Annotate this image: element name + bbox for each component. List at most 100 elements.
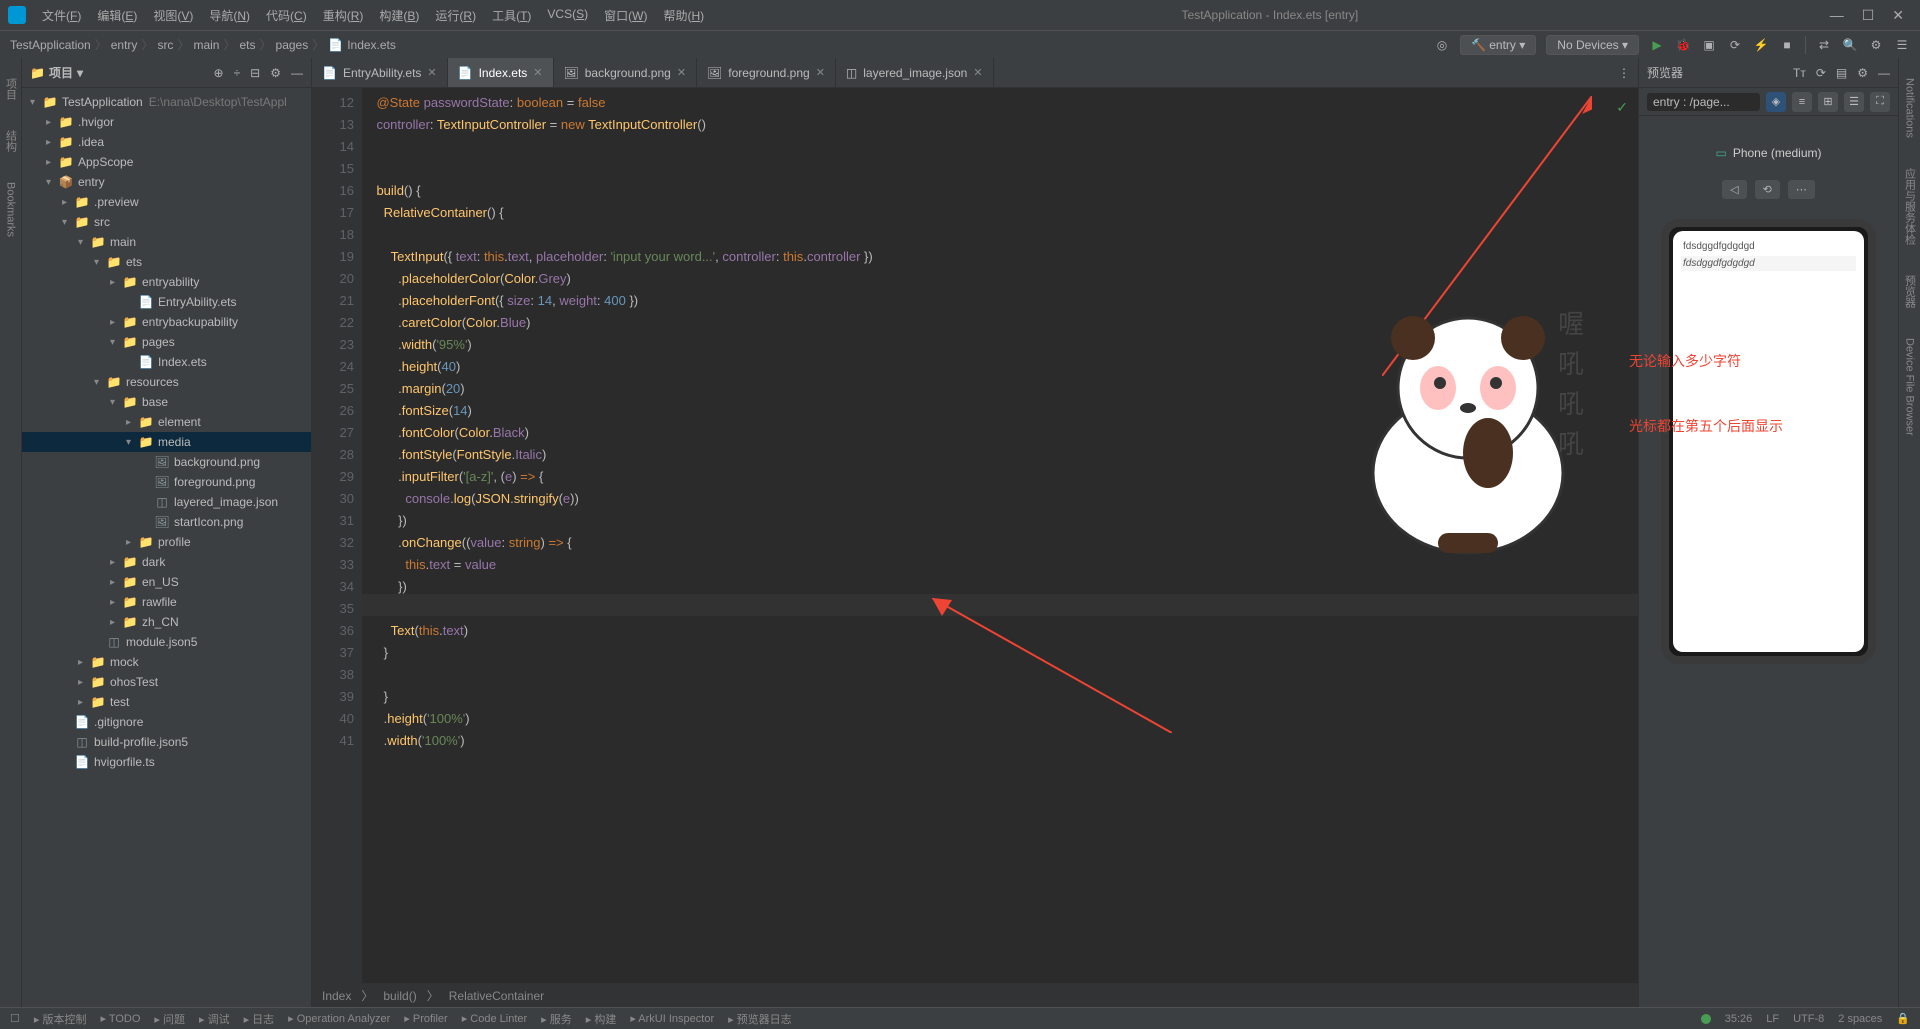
code-breadcrumb-item[interactable]: RelativeContainer <box>449 989 544 1003</box>
line-number[interactable]: 17 <box>312 202 354 224</box>
tree-item-test[interactable]: ▸📁test <box>22 692 311 712</box>
status-版本控制[interactable]: ▸ 版本控制 <box>34 1011 87 1027</box>
target-icon[interactable]: ◎ <box>1434 37 1450 53</box>
tree-arrow[interactable]: ▸ <box>110 617 122 628</box>
tree-item-element[interactable]: ▸📁element <box>22 412 311 432</box>
tree-arrow[interactable]: ▾ <box>110 337 122 348</box>
tree-item-Index.ets[interactable]: 📄Index.ets <box>22 352 311 372</box>
tree-arrow[interactable]: ▸ <box>110 577 122 588</box>
line-number[interactable]: 37 <box>312 642 354 664</box>
menu-VCS[interactable]: VCS(S) <box>541 5 594 26</box>
prev-icon[interactable]: ◁ <box>1722 180 1746 199</box>
code-breadcrumb-item[interactable]: build() <box>383 989 416 1003</box>
tree-arrow[interactable]: ▸ <box>110 277 122 288</box>
tool-项目[interactable]: 项目 <box>3 78 19 100</box>
select-opened-icon[interactable]: ⊕ <box>214 66 224 80</box>
hide-icon[interactable]: — <box>1878 66 1890 80</box>
tree-arrow[interactable]: ▾ <box>46 177 58 188</box>
tabs-more-icon[interactable]: ⋮ <box>1610 66 1638 80</box>
expand-icon[interactable]: ÷ <box>234 66 241 80</box>
toggle-tool-windows-icon[interactable]: ☐ <box>10 1012 20 1025</box>
line-number[interactable]: 20 <box>312 268 354 290</box>
status-服务[interactable]: ▸ 服务 <box>541 1011 572 1027</box>
tree-item-.preview[interactable]: ▸📁.preview <box>22 192 311 212</box>
breadcrumb-item[interactable]: ets <box>239 38 255 52</box>
tree-item-mock[interactable]: ▸📁mock <box>22 652 311 672</box>
menu-构建[interactable]: 构建(B) <box>373 5 425 26</box>
more-icon[interactable]: ⋯ <box>1788 180 1815 199</box>
tree-arrow[interactable]: ▸ <box>62 197 74 208</box>
tree-arrow[interactable]: ▸ <box>78 677 90 688</box>
phone-input[interactable]: fdsdggdfgdgdgd <box>1681 256 1856 271</box>
tree-arrow[interactable]: ▸ <box>46 117 58 128</box>
tree-item-AppScope[interactable]: ▸📁AppScope <box>22 152 311 172</box>
status-构建[interactable]: ▸ 构建 <box>586 1011 617 1027</box>
tree-item-ets[interactable]: ▾📁ets <box>22 252 311 272</box>
settings-icon[interactable]: ⚙ <box>1857 66 1868 80</box>
tree-arrow[interactable]: ▸ <box>110 317 122 328</box>
tab-EntryAbility.ets[interactable]: 📄EntryAbility.ets✕ <box>312 58 448 87</box>
tree-arrow[interactable]: ▾ <box>78 237 90 248</box>
line-number[interactable]: 12 <box>312 92 354 114</box>
breadcrumb-item[interactable]: pages <box>276 38 309 52</box>
tool-预览器[interactable]: 预览器 <box>1902 275 1918 308</box>
tool-结构[interactable]: 结构 <box>3 130 19 152</box>
line-number[interactable]: 25 <box>312 378 354 400</box>
menu-编辑[interactable]: 编辑(E) <box>91 5 143 26</box>
coverage-icon[interactable]: ▣ <box>1701 37 1717 53</box>
tree-item-media[interactable]: ▾📁media <box>22 432 311 452</box>
tree-item-EntryAbility.ets[interactable]: 📄EntryAbility.ets <box>22 292 311 312</box>
tree-arrow[interactable]: ▸ <box>110 557 122 568</box>
preview-stack-icon[interactable]: ≡ <box>1792 92 1812 112</box>
menu-导航[interactable]: 导航(N) <box>203 5 256 26</box>
preview-crop-icon[interactable]: ⛶ <box>1870 92 1890 112</box>
status-2 spaces[interactable]: 2 spaces <box>1838 1013 1882 1025</box>
module-selector[interactable]: 🔨 entry ▾ <box>1460 35 1536 55</box>
tree-item-background.png[interactable]: 🖼background.png <box>22 452 311 472</box>
menu-帮助[interactable]: 帮助(H) <box>657 5 710 26</box>
menu-工具[interactable]: 工具(T) <box>486 5 537 26</box>
line-number[interactable]: 32 <box>312 532 354 554</box>
tree-item-foreground.png[interactable]: 🖼foreground.png <box>22 472 311 492</box>
line-number[interactable]: 23 <box>312 334 354 356</box>
tree-item-pages[interactable]: ▾📁pages <box>22 332 311 352</box>
tab-foreground.png[interactable]: 🖼foreground.png✕ <box>697 58 836 87</box>
avatar-icon[interactable]: ☰ <box>1894 37 1910 53</box>
search-icon[interactable]: 🔍 <box>1842 37 1858 53</box>
tab-layered_image.json[interactable]: ◫layered_image.json✕ <box>836 58 994 87</box>
tree-item-resources[interactable]: ▾📁resources <box>22 372 311 392</box>
tree-item-TestApplication[interactable]: ▾📁TestApplicationE:\nana\Desktop\TestApp… <box>22 92 311 112</box>
line-number[interactable]: 39 <box>312 686 354 708</box>
tool-Notifications[interactable]: Notifications <box>1904 78 1916 138</box>
tree-item-base[interactable]: ▾📁base <box>22 392 311 412</box>
menu-重构[interactable]: 重构(R) <box>317 5 370 26</box>
tree-item-module.json5[interactable]: ◫module.json5 <box>22 632 311 652</box>
settings-icon[interactable]: ⚙ <box>270 66 281 80</box>
refresh-icon[interactable]: ⟳ <box>1816 66 1826 80</box>
breadcrumb-item[interactable]: entry <box>111 38 138 52</box>
tree-arrow[interactable]: ▾ <box>62 217 74 228</box>
close-icon[interactable]: ✕ <box>1892 7 1904 24</box>
tree-item-.gitignore[interactable]: 📄.gitignore <box>22 712 311 732</box>
menu-视图[interactable]: 视图(V) <box>147 5 199 26</box>
tree-item-entry[interactable]: ▾📦entry <box>22 172 311 192</box>
line-number[interactable]: 40 <box>312 708 354 730</box>
line-number[interactable]: 30 <box>312 488 354 510</box>
tree-arrow[interactable]: ▸ <box>46 157 58 168</box>
close-icon[interactable]: ✕ <box>816 66 825 79</box>
tree-item-profile[interactable]: ▸📁profile <box>22 532 311 552</box>
settings-icon[interactable]: ⚙ <box>1868 37 1884 53</box>
tree-item-.idea[interactable]: ▸📁.idea <box>22 132 311 152</box>
status-Code Linter[interactable]: ▸ Code Linter <box>462 1012 527 1025</box>
breadcrumb-item[interactable]: main <box>193 38 219 52</box>
breadcrumb-item[interactable]: Index.ets <box>347 38 396 52</box>
close-icon[interactable]: ✕ <box>427 66 436 79</box>
project-tree[interactable]: ▾📁TestApplicationE:\nana\Desktop\TestApp… <box>22 88 311 1007</box>
line-number[interactable]: 31 <box>312 510 354 532</box>
tool-应用与服务体检[interactable]: 应用与服务体检 <box>1902 168 1918 245</box>
tree-arrow[interactable]: ▾ <box>110 397 122 408</box>
status-问题[interactable]: ▸ 问题 <box>154 1011 185 1027</box>
line-number[interactable]: 16 <box>312 180 354 202</box>
close-icon[interactable]: ✕ <box>677 66 686 79</box>
tree-item-dark[interactable]: ▸📁dark <box>22 552 311 572</box>
